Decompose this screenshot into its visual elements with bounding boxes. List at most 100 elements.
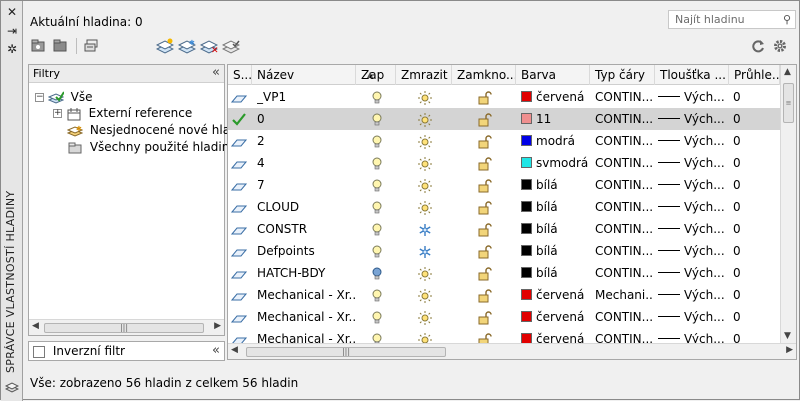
column-linetype[interactable]: Typ čáry (590, 65, 655, 85)
layer-transparency[interactable]: 0 (733, 306, 777, 328)
layer-color[interactable]: modrá (521, 130, 589, 152)
layer-row[interactable]: HATCH-BDY bílá CONTIN... Vých... 0 (228, 262, 780, 284)
layer-row[interactable]: Mechanical - Xr... červená CONTIN... Vých..… (228, 306, 780, 328)
layer-color[interactable]: červená (521, 306, 589, 328)
thaw-sun-icon[interactable] (418, 262, 434, 284)
column-transparency[interactable]: Průhle... (729, 65, 780, 85)
palette-title-bar[interactable]: ✕ ⇥ ✲ SPRÁVCE VLASTNOSTÍ HLADINY (1, 1, 23, 401)
layer-color[interactable]: bílá (521, 240, 589, 262)
layer-lineweight[interactable]: Vých... (658, 306, 728, 328)
lightbulb-off-icon[interactable] (372, 262, 386, 284)
layer-color[interactable]: červená (521, 284, 589, 306)
layer-color[interactable]: bílá (521, 174, 589, 196)
lightbulb-on-icon[interactable] (372, 218, 386, 240)
layer-linetype[interactable]: CONTIN... (595, 174, 653, 196)
new-layer-icon[interactable] (156, 38, 174, 54)
column-freeze[interactable]: Zmrazit (396, 65, 452, 85)
layer-lineweight[interactable]: Vých... (658, 86, 728, 108)
layer-transparency[interactable]: 0 (733, 218, 777, 240)
unlock-padlock-icon[interactable] (477, 152, 495, 174)
layer-transparency[interactable]: 0 (733, 86, 777, 108)
scroll-thumb[interactable]: ||| (246, 347, 446, 357)
tree-item-all[interactable]: − Vše (35, 89, 93, 105)
column-name[interactable]: Název (252, 65, 356, 85)
layer-row[interactable]: Defpoints bílá CONTIN... Vých... 0 (228, 240, 780, 262)
thaw-sun-icon[interactable] (418, 306, 434, 328)
layer-transparency[interactable]: 0 (733, 196, 777, 218)
layer-list-vertical-scrollbar[interactable]: ▲ ≡ ▼ (780, 65, 796, 343)
scroll-right-arrow[interactable]: ▶ (786, 345, 793, 355)
lightbulb-on-icon[interactable] (372, 108, 386, 130)
layer-name[interactable]: 0 (257, 108, 355, 130)
lightbulb-on-icon[interactable] (372, 306, 386, 328)
layer-row[interactable]: 2 modrá CONTIN... Vých... 0 (228, 130, 780, 152)
scroll-left-arrow[interactable]: ◀ (32, 321, 39, 331)
new-layer-vp-frozen-icon[interactable]: ✱ (178, 38, 196, 54)
layer-lineweight[interactable]: Vých... (658, 218, 728, 240)
layer-linetype[interactable]: CONTIN... (595, 86, 653, 108)
collapse-filters-icon[interactable]: « (212, 65, 220, 80)
layer-row[interactable]: CONSTR bílá CONTIN... Vých... 0 (228, 218, 780, 240)
layer-row[interactable]: _VP1 červená CONTIN... Vých... 0 (228, 86, 780, 108)
layer-lineweight[interactable]: Vých... (658, 240, 728, 262)
layer-lineweight[interactable]: Vých... (658, 108, 728, 130)
layer-color[interactable]: bílá (521, 262, 589, 284)
layer-transparency[interactable]: 0 (733, 108, 777, 130)
set-current-layer-icon[interactable] (222, 38, 240, 54)
layer-name[interactable]: HATCH-BDY (257, 262, 355, 284)
autohide-icon[interactable]: ⇥ (5, 24, 19, 38)
layer-transparency[interactable]: 0 (733, 240, 777, 262)
layer-linetype[interactable]: CONTIN... (595, 130, 653, 152)
layer-row[interactable]: 7 bílá CONTIN... Vých... 0 (228, 174, 780, 196)
collapse-panel-icon[interactable]: « (212, 343, 220, 358)
tree-item-used-layers[interactable]: Všechny použité hladiny (67, 139, 236, 155)
column-status[interactable]: S... (228, 65, 252, 85)
layer-linetype[interactable]: CONTIN... (595, 262, 653, 284)
lightbulb-on-icon[interactable] (372, 130, 386, 152)
unlock-padlock-icon[interactable] (477, 108, 495, 130)
layer-transparency[interactable]: 0 (733, 174, 777, 196)
freeze-snowflake-icon[interactable] (418, 240, 434, 262)
layer-linetype[interactable]: CONTIN... (595, 108, 653, 130)
invert-filter-checkbox[interactable] (33, 345, 45, 358)
new-property-filter-icon[interactable] (30, 38, 48, 54)
refresh-icon[interactable] (749, 38, 767, 54)
lightbulb-on-icon[interactable] (372, 284, 386, 306)
scroll-down-arrow[interactable]: ▼ (784, 331, 791, 341)
unlock-padlock-icon[interactable] (477, 306, 495, 328)
scroll-up-arrow[interactable]: ▲ (784, 67, 791, 77)
search-layer-input[interactable]: Najít hladinu ⚲ (668, 10, 796, 29)
tree-item-xref[interactable]: + Externí reference (53, 105, 192, 121)
unlock-padlock-icon[interactable] (477, 240, 495, 262)
lightbulb-on-icon[interactable] (372, 152, 386, 174)
close-icon[interactable]: ✕ (5, 5, 19, 19)
layer-name[interactable]: 2 (257, 130, 355, 152)
layer-linetype[interactable]: CONTIN... (595, 218, 653, 240)
delete-layer-icon[interactable]: ✕ (200, 38, 218, 54)
layer-name[interactable]: CONSTR (257, 218, 355, 240)
unlock-padlock-icon[interactable] (477, 284, 495, 306)
layer-color[interactable]: bílá (521, 196, 589, 218)
scroll-left-arrow[interactable]: ◀ (231, 345, 238, 355)
settings-gear-icon[interactable] (771, 38, 789, 54)
layer-lineweight[interactable]: Vých... (658, 196, 728, 218)
layer-name[interactable]: Defpoints (257, 240, 355, 262)
unlock-padlock-icon[interactable] (477, 218, 495, 240)
layer-linetype[interactable]: CONTIN... (595, 240, 653, 262)
collapse-icon[interactable]: − (35, 93, 44, 102)
layer-color[interactable]: svmodrá (521, 152, 589, 174)
layer-linetype[interactable]: CONTIN... (595, 152, 653, 174)
layer-lineweight[interactable]: Vých... (658, 152, 728, 174)
layer-transparency[interactable]: 0 (733, 152, 777, 174)
thaw-sun-icon[interactable] (418, 284, 434, 306)
layer-lineweight[interactable]: Vých... (658, 174, 728, 196)
layer-row[interactable]: Mechanical - Xr... červená Mechani... Vých.… (228, 284, 780, 306)
column-lock[interactable]: Zamkno... (452, 65, 516, 85)
layer-color[interactable]: bílá (521, 218, 589, 240)
lightbulb-on-icon[interactable] (372, 240, 386, 262)
unlock-padlock-icon[interactable] (477, 196, 495, 218)
expand-icon[interactable]: + (53, 109, 62, 118)
properties-icon[interactable]: ✲ (5, 42, 19, 56)
layer-color[interactable]: 11 (521, 108, 589, 130)
layer-name[interactable]: Mechanical - Xr... (257, 306, 355, 328)
